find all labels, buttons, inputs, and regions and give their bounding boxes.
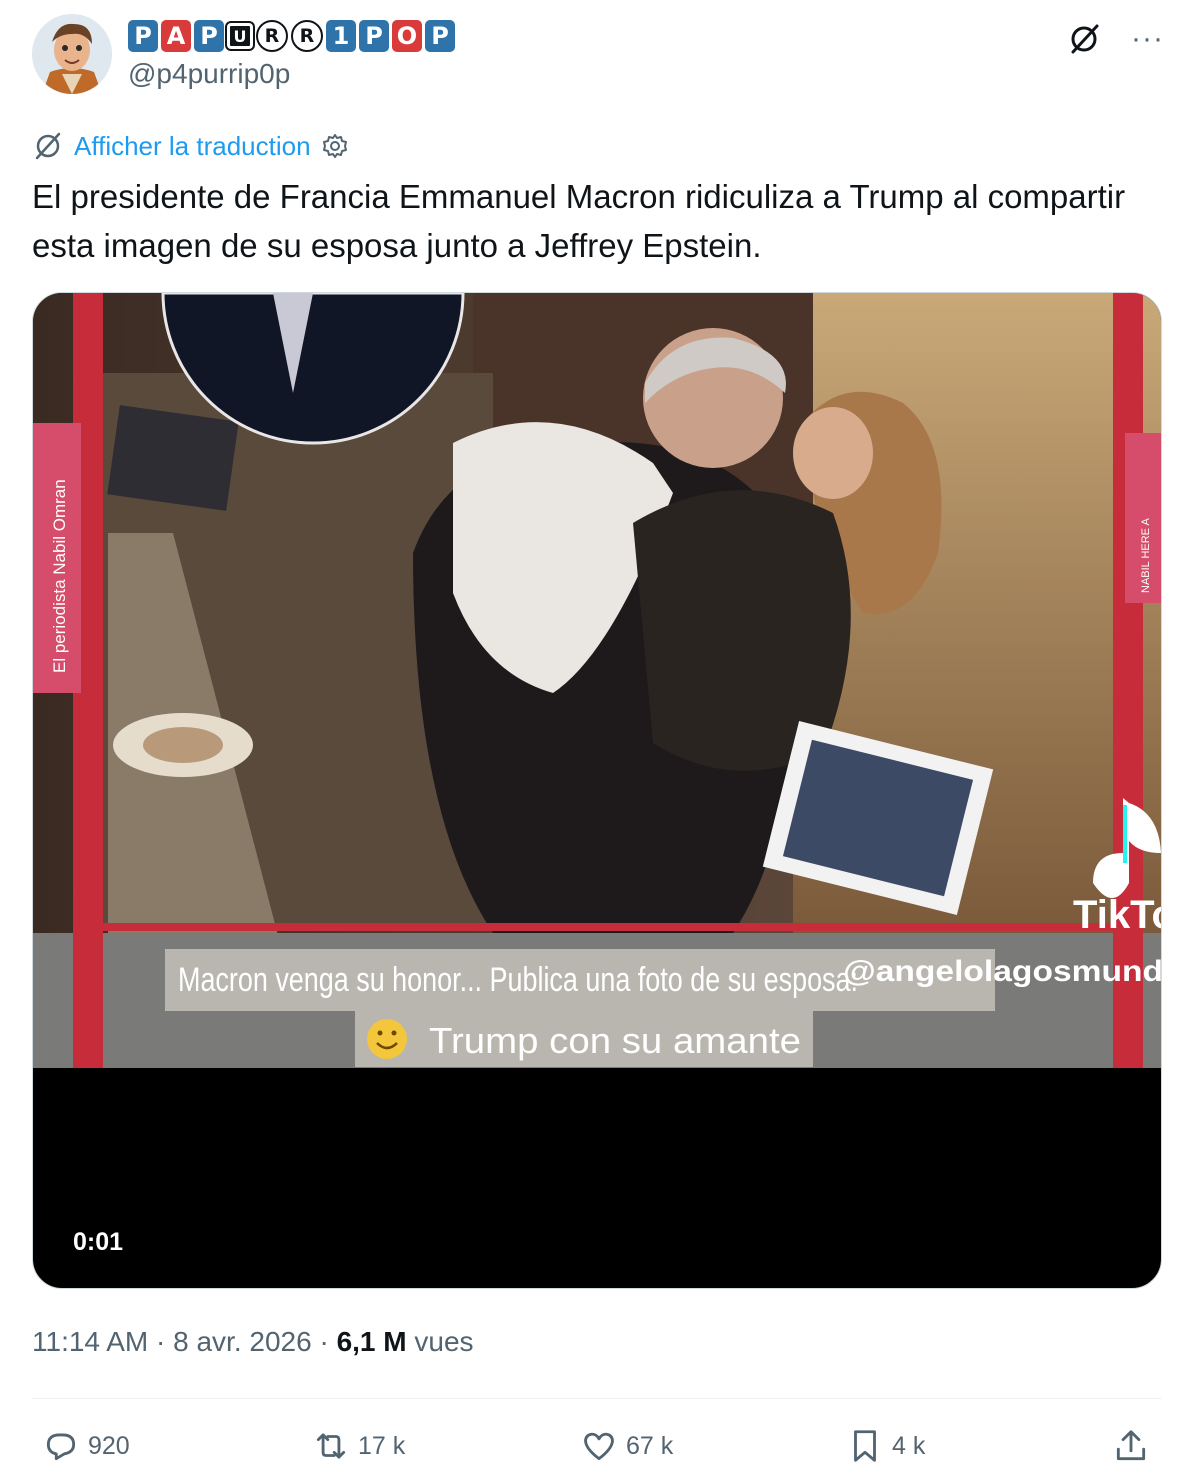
avatar[interactable]	[32, 14, 112, 94]
name-tile: P	[359, 20, 389, 52]
grok-icon[interactable]	[1067, 22, 1101, 56]
repost-button[interactable]: 17 k	[312, 1418, 405, 1474]
name-tile: P	[128, 20, 158, 52]
name-tile: U	[227, 23, 253, 49]
tiktok-watermark: TikTo	[1073, 893, 1162, 937]
name-tile: P	[194, 20, 224, 52]
video-player[interactable]: El periodista Nabil Omran NABIL HERE A T…	[32, 292, 1162, 1289]
tweet-top-actions: ···	[1067, 22, 1164, 56]
reply-icon	[46, 1433, 76, 1461]
tiktok-handle: @angelolagosmund	[843, 955, 1162, 988]
reply-count: 920	[88, 1431, 130, 1460]
show-translation-link[interactable]: Afficher la traduction	[74, 131, 311, 162]
like-button[interactable]: 67 k	[580, 1418, 673, 1474]
tweet-meta: 11:14 AM · 8 avr. 2026 · 6,1 M vues	[32, 1326, 474, 1358]
meta-separator: ·	[156, 1326, 166, 1357]
name-tile: P	[425, 20, 455, 52]
name-tile: R	[256, 20, 288, 52]
video-timestamp: 0:01	[73, 1228, 124, 1256]
watermark-side-left: El periodista Nabil Omran	[50, 479, 69, 673]
translate-row: Afficher la traduction	[32, 130, 349, 162]
post-date[interactable]: 8 avr. 2026	[173, 1326, 312, 1357]
bookmark-icon	[854, 1430, 876, 1462]
name-tile: A	[161, 20, 191, 52]
share-icon	[1116, 1430, 1146, 1461]
bookmark-button[interactable]: 4 k	[846, 1418, 925, 1474]
author-handle[interactable]: @p4purrip0p	[128, 58, 290, 90]
tweet-text: El presidente de Francia Emmanuel Macron…	[32, 178, 1126, 264]
share-button[interactable]	[1112, 1418, 1150, 1474]
name-tile: 1	[326, 20, 356, 52]
heart-icon	[584, 1432, 614, 1461]
meta-separator: ·	[319, 1326, 329, 1357]
watermark-side-right: NABIL HERE A	[1140, 518, 1152, 593]
like-count: 67 k	[626, 1431, 674, 1460]
action-bar: 920 17 k 67 k 4 k	[32, 1418, 1162, 1474]
views-count: 6,1 M	[336, 1326, 407, 1357]
reply-button[interactable]: 920	[42, 1418, 130, 1474]
video-frame: El periodista Nabil Omran NABIL HERE A T…	[33, 293, 1162, 1068]
name-tile: O	[392, 20, 422, 52]
author-display-name[interactable]: P A P U R R 1 P O P	[128, 18, 455, 54]
post-time[interactable]: 11:14 AM	[32, 1326, 148, 1357]
divider	[32, 1398, 1162, 1399]
gear-icon[interactable]	[321, 132, 349, 160]
more-options-icon[interactable]: ···	[1131, 24, 1164, 54]
repost-count: 17 k	[358, 1431, 406, 1460]
name-tile: R	[291, 20, 323, 52]
grok-translate-icon	[35, 132, 61, 160]
repost-icon	[316, 1433, 346, 1459]
caption-line-2: Trump con su amante	[429, 1020, 801, 1061]
bookmark-count: 4 k	[892, 1431, 926, 1460]
views-label: vues	[414, 1326, 474, 1357]
caption-line-1: Macron venga su honor... Publica una fot…	[178, 961, 858, 999]
